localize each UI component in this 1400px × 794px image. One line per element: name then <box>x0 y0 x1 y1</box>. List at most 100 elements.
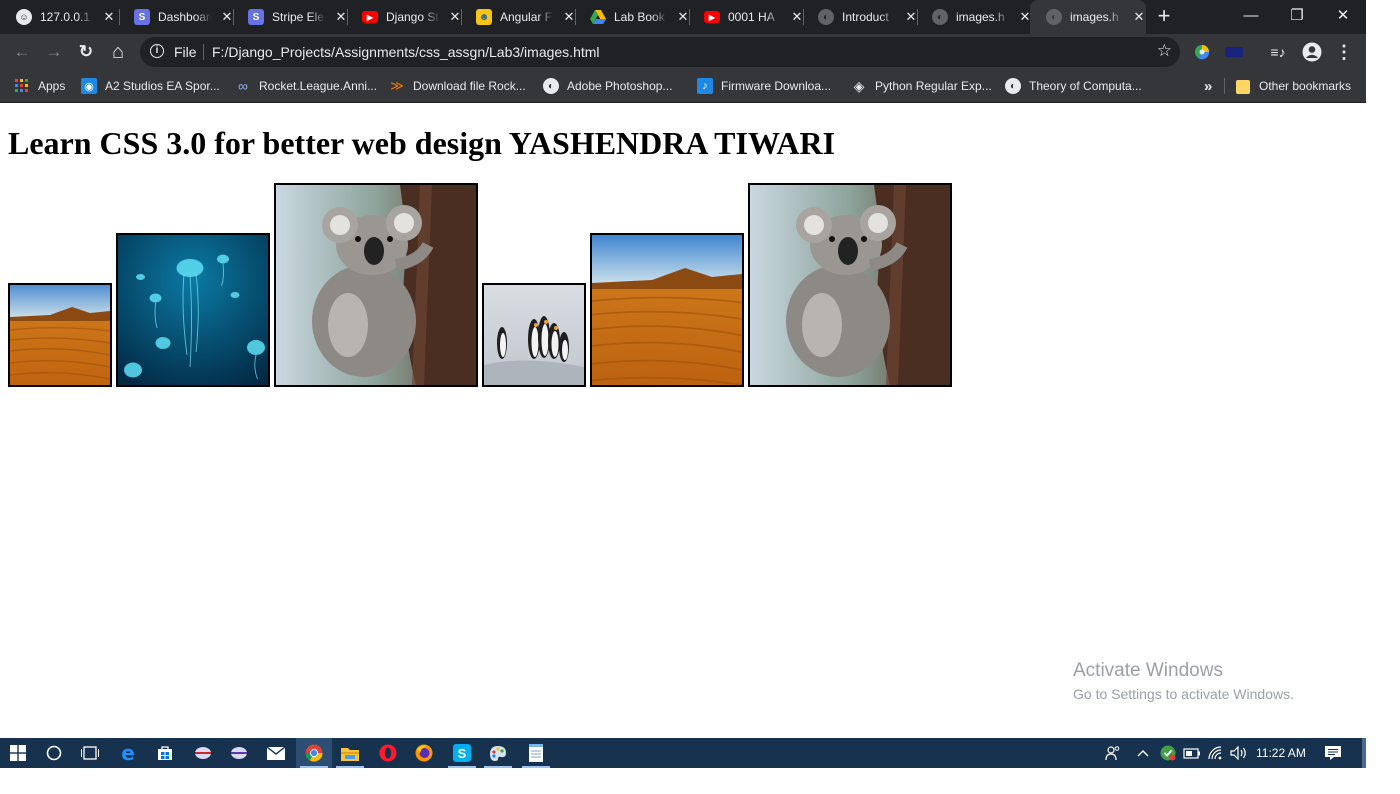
site-info-icon[interactable]: i <box>150 44 164 58</box>
extension-icon[interactable] <box>1190 40 1214 64</box>
action-center-icon[interactable] <box>1320 738 1346 768</box>
bookmark-rocket-league[interactable]: ∞ Rocket.League.Anni... <box>235 76 377 96</box>
address-bar[interactable]: i File F:/Django_Projects/Assignments/cs… <box>140 37 1180 67</box>
menu-dots-icon[interactable]: ⋮ <box>1332 40 1356 64</box>
close-tab-icon[interactable]: ✕ <box>102 9 116 25</box>
bookmark-label: A2 Studios EA Spor... <box>105 79 220 93</box>
django-icon: ☺ <box>16 9 32 25</box>
tab-10-active[interactable]: ◐ images.h ✕ <box>1030 0 1146 34</box>
bookmark-theory-of-computation[interactable]: ◐ Theory of Computa... <box>1005 76 1142 96</box>
notepad-icon[interactable] <box>518 738 554 768</box>
globe-icon: ◐ <box>818 9 834 25</box>
back-button[interactable]: ← <box>10 40 34 64</box>
minimize-button[interactable]: — <box>1228 0 1274 30</box>
watermark-title: Activate Windows <box>1073 660 1223 681</box>
tab-6[interactable]: Lab Book ✕ <box>574 0 690 34</box>
bookmark-python-regex[interactable]: ◈ Python Regular Exp... <box>851 76 992 96</box>
wifi-icon[interactable] <box>1206 738 1226 768</box>
tab-5[interactable]: ☻ Angular F ✕ <box>460 0 576 34</box>
mail-icon[interactable] <box>258 738 294 768</box>
bookmark-label: Other bookmarks <box>1259 79 1352 93</box>
bookmarks-overflow-button[interactable]: » <box>1204 76 1212 96</box>
file-explorer-icon[interactable] <box>332 738 368 768</box>
bookmark-download-file[interactable]: ≫ Download file Rock... <box>389 76 526 96</box>
forward-button[interactable]: → <box>42 40 66 64</box>
bookmark-label: Firmware Downloa... <box>721 79 832 93</box>
jellyfish-image <box>116 233 270 387</box>
youtube-icon: ▶ <box>704 11 720 23</box>
show-desktop-button[interactable] <box>1362 738 1366 768</box>
koala-image <box>274 183 478 387</box>
people-icon[interactable] <box>1102 738 1124 768</box>
battery-icon[interactable] <box>1182 738 1202 768</box>
bookmark-adobe-photoshop[interactable]: ◐ Adobe Photoshop... <box>543 76 672 96</box>
security-shield-icon[interactable] <box>1158 738 1178 768</box>
globe-icon: ◐ <box>932 9 948 25</box>
taskbar-clock[interactable]: 11:22 AM <box>1256 738 1306 768</box>
browser-toolbar: ← → ↻ ⌂ i File F:/Django_Projects/Assign… <box>0 34 1366 70</box>
url-text[interactable]: F:/Django_Projects/Assignments/css_assgn… <box>212 44 600 60</box>
tab-title: Lab Book <box>614 10 665 24</box>
download-icon: ≫ <box>390 78 404 93</box>
volume-icon[interactable] <box>1228 738 1250 768</box>
media-controls-icon[interactable]: ≡♪ <box>1266 40 1290 64</box>
app-red-icon[interactable] <box>185 738 221 768</box>
bookmarks-bar: Apps ◉ A2 Studios EA Spor... ∞ Rocket.Le… <box>0 70 1366 103</box>
bookmark-star-icon[interactable]: ☆ <box>1157 41 1172 61</box>
other-bookmarks[interactable]: Other bookmarks <box>1235 76 1351 96</box>
firmware-icon: ♪ <box>697 78 713 94</box>
tab-7[interactable]: ▶ 0001 HA ✕ <box>688 0 804 34</box>
app-purple-icon[interactable] <box>221 738 257 768</box>
tab-title: Django St <box>386 10 439 24</box>
link-icon: ∞ <box>238 78 248 94</box>
restore-button[interactable]: ❐ <box>1274 0 1320 30</box>
tab-2[interactable]: S Dashboard ✕ <box>118 0 234 34</box>
tab-title: Angular F <box>500 10 553 24</box>
chrome-icon[interactable] <box>296 738 332 768</box>
task-view-icon[interactable] <box>72 738 108 768</box>
extension-icon[interactable] <box>1222 40 1246 64</box>
chevron-up-icon[interactable] <box>1134 738 1152 768</box>
edge-browser-icon[interactable]: e <box>110 738 146 768</box>
bookmark-label: Apps <box>38 79 66 93</box>
close-window-button[interactable]: ✕ <box>1320 0 1366 30</box>
tab-title: images.h <box>956 10 1005 24</box>
home-button[interactable]: ⌂ <box>106 40 130 64</box>
skype-icon[interactable]: S <box>444 738 480 768</box>
svg-text:S: S <box>458 746 467 761</box>
apps-grid-icon <box>14 78 30 94</box>
opera-icon[interactable] <box>370 738 406 768</box>
store-icon[interactable] <box>147 738 183 768</box>
bookmark-a2-studios[interactable]: ◉ A2 Studios EA Spor... <box>81 76 220 96</box>
cortana-icon[interactable] <box>36 738 72 768</box>
profile-avatar-icon[interactable] <box>1300 40 1324 64</box>
tab-8[interactable]: ◐ Introduct ✕ <box>802 0 918 34</box>
desert-image <box>8 283 112 387</box>
google-drive-icon <box>590 9 606 25</box>
bookmarks-divider <box>1224 78 1225 94</box>
tab-1[interactable]: ☺ 127.0.0.1 ✕ <box>0 0 120 34</box>
tab-9[interactable]: ◐ images.h ✕ <box>916 0 1032 34</box>
bookmark-firmware[interactable]: ♪ Firmware Downloa... <box>697 76 831 96</box>
firefox-icon[interactable] <box>406 738 442 768</box>
windows-start-icon[interactable] <box>0 738 36 768</box>
tab-title: 127.0.0.1 <box>40 10 91 24</box>
tab-4[interactable]: ▶ Django St ✕ <box>346 0 462 34</box>
paint-icon[interactable] <box>480 738 516 768</box>
stripe-icon: S <box>134 9 150 25</box>
folder-icon <box>1235 78 1251 94</box>
reload-button[interactable]: ↻ <box>74 40 98 64</box>
bookmark-label: Python Regular Exp... <box>875 79 992 93</box>
new-tab-button[interactable]: + <box>1152 5 1176 29</box>
watermark-subtitle: Go to Settings to activate Windows. <box>1073 686 1294 702</box>
bookmark-label: Download file Rock... <box>413 79 526 93</box>
penguins-image <box>482 283 586 387</box>
bookmark-apps[interactable]: Apps <box>14 76 65 96</box>
youtube-icon: ▶ <box>362 11 378 23</box>
stripe-icon: S <box>248 9 264 25</box>
a2-studios-icon: ◉ <box>81 78 97 94</box>
close-tab-icon[interactable]: ✕ <box>1132 9 1146 25</box>
tab-3[interactable]: S Stripe Ele ✕ <box>232 0 348 34</box>
tab-title: images.h <box>1070 10 1119 24</box>
chevron-double-right-icon: » <box>1204 77 1213 95</box>
